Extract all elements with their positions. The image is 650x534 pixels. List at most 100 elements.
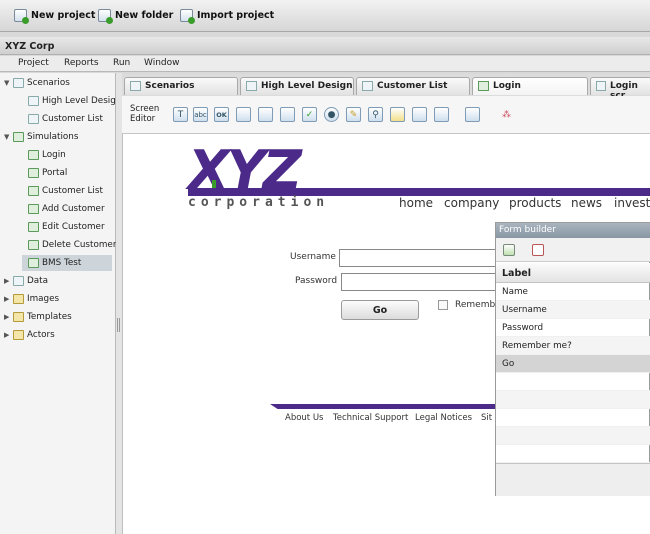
password-label: Password — [295, 276, 338, 286]
import-project-icon — [180, 9, 195, 24]
expand-arrow-icon[interactable]: ▼ — [4, 79, 10, 87]
nav-news[interactable]: news — [571, 196, 602, 210]
textfield-tool-icon[interactable]: abc — [193, 107, 208, 122]
new-folder-icon — [98, 9, 113, 24]
project-tree: ▼ Scenarios High Level Design Customer Li… — [0, 73, 121, 534]
search-tool-icon[interactable]: ⚲ — [368, 107, 383, 122]
image-tool-icon[interactable] — [390, 107, 405, 122]
remember-checkbox[interactable] — [438, 300, 448, 310]
textarea-tool-icon[interactable] — [236, 107, 251, 122]
scenario-icon — [130, 81, 141, 91]
grid-tool-icon[interactable] — [412, 107, 427, 122]
main-toolbar: New project New folder Import project — [0, 0, 650, 32]
tree-item-edit-customer[interactable]: Edit Customer — [28, 219, 105, 235]
screen-icon — [596, 81, 606, 91]
form-row-name[interactable]: Name — [496, 283, 650, 301]
tab-scenarios[interactable]: Scenarios — [124, 77, 238, 95]
panel-tool-icon[interactable] — [434, 107, 449, 122]
tree-item-login[interactable]: Login — [28, 147, 66, 163]
form-builder-toolbar — [496, 238, 650, 262]
label-column-header[interactable]: Label — [496, 263, 650, 283]
link-tool-icon[interactable]: ✎ — [346, 107, 361, 122]
form-row-password[interactable]: Password — [496, 319, 650, 337]
tree-item-scenarios[interactable]: ▼ Scenarios — [4, 75, 70, 91]
form-builder-title: Form builder — [496, 223, 650, 238]
menu-window[interactable]: Window — [144, 58, 180, 68]
tab-customer-list[interactable]: Customer List — [356, 77, 470, 95]
footer-about-us[interactable]: About Us — [285, 413, 323, 423]
simulation-icon — [28, 240, 39, 250]
tree-item-images[interactable]: ▶ Images — [4, 291, 59, 307]
form-tool-icon[interactable] — [465, 107, 480, 122]
tree-item-sim-customer-list[interactable]: Customer List — [28, 183, 103, 199]
simulation-icon — [28, 186, 39, 196]
component-tool-icon[interactable]: ⁂ — [499, 107, 514, 122]
collapse-arrow-icon[interactable]: ▶ — [4, 331, 10, 339]
tab-login[interactable]: Login — [472, 77, 588, 95]
form-row-empty[interactable] — [496, 391, 650, 409]
table-tool-icon[interactable] — [280, 107, 295, 122]
checkbox-tool-icon[interactable]: ✓ — [302, 107, 317, 122]
simulation-icon — [28, 258, 39, 268]
editor-tabs: Scenarios High Level Design Customer Lis… — [122, 74, 650, 101]
collapse-arrow-icon[interactable]: ▶ — [4, 277, 10, 285]
text-tool-icon[interactable]: T — [173, 107, 188, 122]
templates-icon — [13, 312, 24, 322]
scenario-icon — [246, 81, 257, 91]
nav-company[interactable]: company — [444, 196, 499, 210]
go-button[interactable]: Go — [341, 300, 419, 320]
footer-legal-notices[interactable]: Legal Notices — [415, 413, 472, 423]
form-row-go[interactable]: Go — [496, 355, 650, 373]
scenario-icon — [362, 81, 373, 91]
footer-technical-support[interactable]: Technical Support — [333, 413, 408, 423]
collapse-arrow-icon[interactable]: ▶ — [4, 295, 10, 303]
delete-row-icon[interactable] — [532, 244, 544, 256]
new-project-button[interactable]: New project — [14, 9, 95, 24]
images-icon — [13, 294, 24, 304]
tree-item-high-level-design[interactable]: High Level Design — [28, 93, 121, 109]
import-project-button[interactable]: Import project — [180, 9, 274, 24]
window-title: XYZ Corp — [0, 37, 650, 55]
splitter-grip-icon[interactable] — [117, 318, 120, 332]
username-label: Username — [290, 252, 336, 262]
new-folder-button[interactable]: New folder — [98, 9, 173, 24]
simulation-icon — [13, 132, 24, 142]
remember-label: Rememb — [455, 300, 496, 310]
menu-reports[interactable]: Reports — [64, 58, 99, 68]
menu-run[interactable]: Run — [113, 58, 130, 68]
add-row-icon[interactable] — [503, 244, 515, 256]
tab-high-level-design[interactable]: High Level Design — [240, 77, 354, 95]
list-tool-icon[interactable] — [258, 107, 273, 122]
simulation-icon — [28, 204, 39, 214]
tree-item-templates[interactable]: ▶ Templates — [4, 309, 72, 325]
tree-item-simulations[interactable]: ▼ Simulations — [4, 129, 78, 145]
tree-item-add-customer[interactable]: Add Customer — [28, 201, 105, 217]
tree-item-portal[interactable]: Portal — [28, 165, 67, 181]
form-row-remember-me[interactable]: Remember me? — [496, 337, 650, 355]
tree-item-actors[interactable]: ▶ Actors — [4, 327, 55, 343]
simulation-icon — [478, 81, 489, 91]
tab-login-screen[interactable]: Login scr — [590, 77, 650, 101]
form-row-empty[interactable] — [496, 409, 650, 427]
radio-tool-icon[interactable]: ● — [324, 107, 339, 122]
footer-sitemap[interactable]: Sit — [481, 413, 492, 423]
collapse-arrow-icon[interactable]: ▶ — [4, 313, 10, 321]
expand-arrow-icon[interactable]: ▼ — [4, 133, 10, 141]
tree-item-bms-test[interactable]: BMS Test — [22, 255, 112, 271]
menu-project[interactable]: Project — [18, 58, 49, 68]
simulation-icon — [28, 222, 39, 232]
tree-item-customer-list[interactable]: Customer List — [28, 111, 103, 127]
scenario-icon — [13, 78, 24, 88]
nav-investors[interactable]: investo — [614, 196, 650, 210]
form-row-empty[interactable] — [496, 427, 650, 445]
tree-item-data[interactable]: ▶ Data — [4, 273, 48, 289]
username-field[interactable] — [339, 249, 499, 267]
button-tool-icon[interactable]: OK — [214, 107, 229, 122]
tree-item-delete-customer[interactable]: Delete Customer — [28, 237, 116, 253]
form-row-empty[interactable] — [496, 373, 650, 391]
nav-products[interactable]: products — [509, 196, 561, 210]
nav-home[interactable]: home — [399, 196, 433, 210]
form-row-username[interactable]: Username — [496, 301, 650, 319]
form-row-empty[interactable] — [496, 445, 650, 463]
password-field[interactable] — [341, 273, 499, 291]
